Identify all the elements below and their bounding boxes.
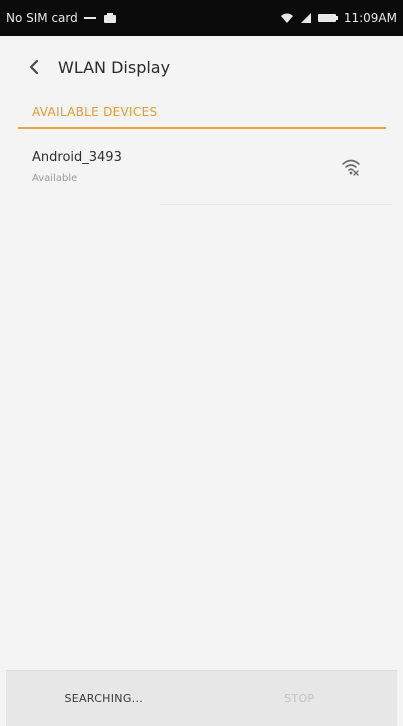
notification-icon: [102, 12, 118, 24]
app-header: WLAN Display: [0, 36, 403, 98]
wifi-icon: [279, 12, 295, 24]
wlan-display-screen: No SIM card 11:09AM WLAN Display AVAILAB…: [0, 0, 403, 726]
back-button[interactable]: [22, 54, 48, 80]
bottom-action-bar: SEARCHING... STOP: [6, 670, 397, 726]
back-arrow-icon: [29, 59, 39, 75]
signal-icon: [300, 12, 312, 24]
carrier-text: No SIM card: [6, 11, 78, 25]
device-divider: [160, 204, 392, 205]
device-status: Available: [32, 173, 78, 184]
wifi-display-icon: [338, 154, 364, 180]
page-title: WLAN Display: [58, 57, 171, 77]
clock-text: 11:09AM: [343, 11, 397, 25]
status-left: No SIM card: [6, 11, 118, 25]
device-name: Android_3493: [32, 150, 122, 165]
stop-button[interactable]: STOP: [202, 671, 398, 726]
available-devices-section-header: AVAILABLE DEVICES: [18, 103, 386, 129]
status-right: 11:09AM: [279, 11, 397, 25]
section-title: AVAILABLE DEVICES: [32, 105, 158, 119]
searching-button[interactable]: SEARCHING...: [6, 671, 202, 726]
dash-icon: [83, 14, 97, 22]
status-bar: No SIM card 11:09AM: [0, 0, 403, 36]
device-list-item[interactable]: Android_3493 Available: [18, 140, 386, 196]
battery-icon: [317, 12, 339, 24]
